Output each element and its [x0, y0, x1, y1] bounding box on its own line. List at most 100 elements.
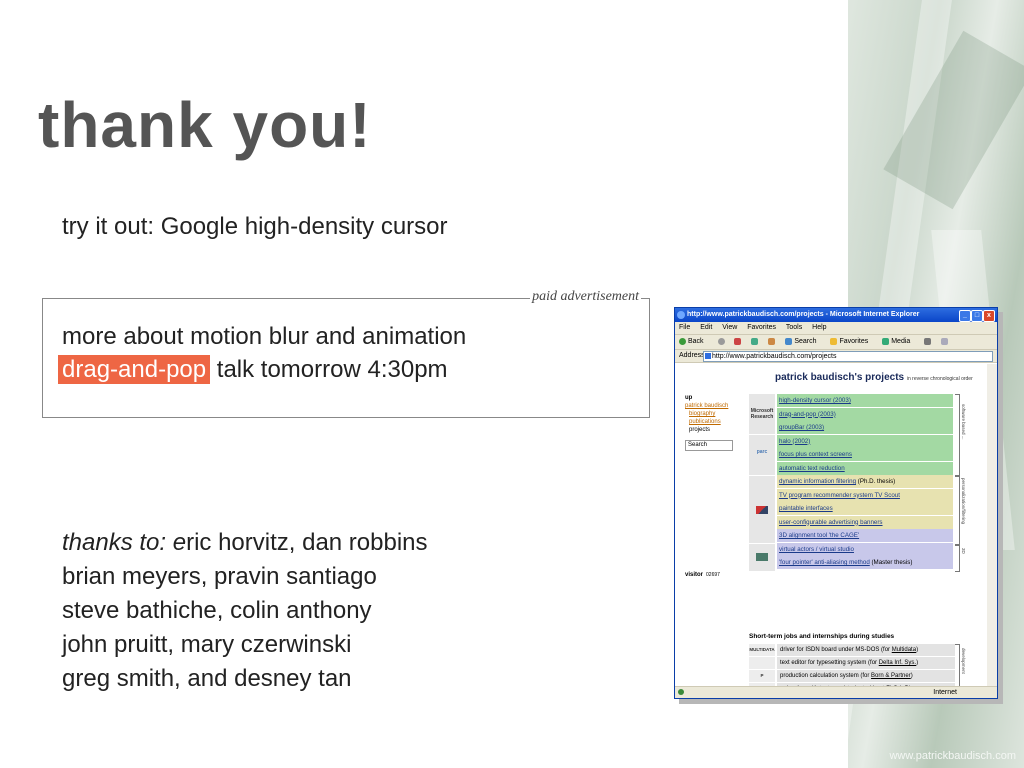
- media-icon: [882, 337, 890, 345]
- media-label: Media: [891, 338, 911, 345]
- project-link[interactable]: groupBar (2003): [779, 424, 824, 431]
- project-row: groupBar (2003): [777, 421, 953, 434]
- nav-link-publications[interactable]: publications: [685, 418, 745, 426]
- back-label: Back: [688, 338, 704, 345]
- back-arrow-icon: [679, 337, 686, 345]
- job-text-suffix: ): [916, 647, 919, 653]
- thanks-line-2: brian meyers, pravin santiago: [62, 563, 377, 590]
- job-description: text editor for typesetting system (for …: [777, 657, 955, 669]
- menu-edit[interactable]: Edit: [700, 324, 712, 331]
- project-link[interactable]: dynamic information filtering: [779, 478, 856, 485]
- address-label: Address: [679, 352, 705, 359]
- page-icon: [705, 353, 711, 359]
- menu-view[interactable]: View: [722, 324, 737, 331]
- stop-icon: [734, 337, 742, 345]
- group-logo-gmd: [749, 476, 775, 543]
- project-link[interactable]: focus plus context screens: [779, 451, 852, 458]
- search-label: Search: [794, 338, 817, 345]
- job-text-suffix: ): [910, 673, 913, 679]
- slide-title: thank you!: [38, 89, 372, 161]
- project-row: high-density cursor (2003): [777, 394, 953, 407]
- job-row: Pproduction calculation system (for Born…: [749, 670, 955, 682]
- project-link[interactable]: drag-and-pop (2003): [779, 411, 836, 418]
- project-row: TV program recommender system TV Scout: [777, 488, 953, 502]
- search-button[interactable]: Search: [785, 337, 822, 345]
- project-note: (Master thesis): [869, 559, 913, 566]
- project-list: high-density cursor (2003) drag-and-pop (…: [777, 394, 953, 570]
- nav-up[interactable]: up: [685, 394, 745, 402]
- nav-link-biography[interactable]: biography: [685, 410, 745, 418]
- parc-logo-text: parc: [756, 449, 768, 455]
- visitor-count: 02697: [706, 572, 720, 578]
- company-logo: [749, 657, 775, 669]
- menu-tools[interactable]: Tools: [786, 324, 802, 331]
- home-icon: [768, 337, 776, 345]
- project-link[interactable]: TV program recommender system TV Scout: [779, 492, 900, 499]
- zone-status: Internet: [933, 689, 957, 696]
- job-row: MULTIDATA driver for ISDN board under MS-…: [749, 644, 955, 656]
- menu-file[interactable]: File: [679, 324, 690, 331]
- favorites-button[interactable]: Favorites: [830, 337, 874, 345]
- project-row: drag-and-pop (2003): [777, 407, 953, 421]
- status-bar: Internet: [675, 686, 997, 698]
- job-text-prefix: production calculation system (for: [780, 673, 872, 679]
- project-link[interactable]: 'four pointer' anti-aliasing method: [779, 559, 870, 566]
- mail-button[interactable]: [941, 337, 950, 345]
- forward-arrow-icon: [717, 337, 725, 345]
- try-it-line: try it out: Google high-density cursor: [62, 213, 448, 240]
- company-link[interactable]: Delta Inf. Sys.: [879, 660, 916, 666]
- projects-heading-sub: in reverse chronological order: [906, 376, 973, 382]
- project-row: automatic text reduction: [777, 461, 953, 475]
- page-search-input[interactable]: Search: [685, 440, 733, 451]
- company-link[interactable]: Multidata: [892, 647, 916, 653]
- history-button[interactable]: [924, 337, 933, 345]
- close-button[interactable]: x: [983, 310, 995, 322]
- research-logo-text: Microsoft Research: [750, 408, 774, 420]
- project-link[interactable]: automatic text reduction: [779, 465, 845, 472]
- project-link[interactable]: virtual actors / virtual studio: [779, 546, 854, 553]
- thanks-line-3: steve bathiche, colin anthony: [62, 597, 372, 624]
- browser-page: patrick baudisch's projects in reverse c…: [675, 364, 997, 698]
- company-logo: MULTIDATA: [749, 644, 775, 656]
- project-row: focus plus context screens: [777, 448, 953, 461]
- ad-label: paid advertisement: [530, 289, 641, 305]
- company-link[interactable]: Born & Partner: [871, 673, 911, 679]
- drag-and-pop-highlight: drag-and-pop: [58, 355, 211, 384]
- forward-button[interactable]: [717, 337, 727, 345]
- browser-window: http://www.patrickbaudisch.com/projects …: [674, 307, 998, 699]
- nav-link-home[interactable]: patrick baudisch: [685, 402, 745, 410]
- thanks-names: ric horvitz, dan robbins: [186, 529, 428, 556]
- job-text-prefix: driver for ISDN board under MS-DOS (for: [780, 647, 892, 653]
- project-link[interactable]: high-density cursor (2003): [779, 397, 851, 404]
- project-link[interactable]: paintable interfaces: [779, 505, 833, 512]
- jobs-heading: Short-term jobs and internships during s…: [749, 633, 895, 640]
- maximize-button[interactable]: □: [971, 310, 983, 322]
- scrollbar[interactable]: [987, 364, 997, 686]
- projects-heading-text: patrick baudisch's projects: [775, 372, 905, 383]
- page-nav: up patrick baudisch biography publicatio…: [685, 394, 745, 451]
- menu-bar: File Edit View Favorites Tools Help: [675, 322, 997, 335]
- address-input[interactable]: http://www.patrickbaudisch.com/projects: [703, 351, 993, 362]
- back-button[interactable]: Back: [679, 337, 710, 345]
- refresh-button[interactable]: [751, 337, 760, 345]
- project-link[interactable]: 3D alignment tool 'the CAGE': [779, 532, 859, 539]
- thanks-line-4: john pruitt, mary czerwinski: [62, 631, 352, 658]
- minimize-button[interactable]: _: [959, 310, 971, 322]
- stop-button[interactable]: [734, 337, 743, 345]
- project-row: paintable interfaces: [777, 502, 953, 515]
- job-text-suffix: ): [916, 660, 919, 666]
- search-icon: [785, 337, 793, 345]
- project-link[interactable]: halo (2002): [779, 438, 810, 445]
- project-link[interactable]: user-configurable advertising banners: [779, 519, 883, 526]
- menu-favorites[interactable]: Favorites: [747, 324, 776, 331]
- university-logo-icon: [756, 553, 768, 561]
- menu-help[interactable]: Help: [812, 324, 826, 331]
- home-button[interactable]: [768, 337, 777, 345]
- job-row: text editor for typesetting system (for …: [749, 657, 955, 669]
- visitor-label: visitor: [685, 572, 704, 578]
- project-note: (Ph.D. thesis): [856, 478, 896, 485]
- thanks-label: thanks to: e: [62, 529, 187, 556]
- media-button[interactable]: Media: [882, 337, 916, 345]
- star-icon: [830, 337, 838, 345]
- project-row: virtual actors / virtual studio: [777, 542, 953, 556]
